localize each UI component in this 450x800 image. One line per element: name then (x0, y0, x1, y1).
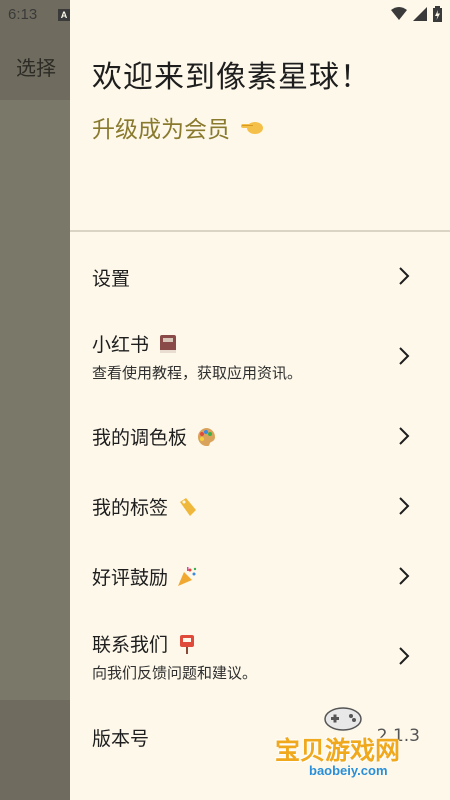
upgrade-label: 升级成为会员 (92, 117, 230, 143)
menu-item-label: 联系我们 (92, 630, 198, 657)
settings-label: 设置 (92, 268, 131, 290)
welcome-title: 欢迎来到像素星球！ (92, 60, 371, 95)
chevron-right-icon (399, 497, 410, 515)
menu-item-label: 我的标签 (92, 493, 198, 520)
xiaohongshu-subtitle: 查看使用教程，获取应用资讯。 (92, 364, 303, 382)
status-bar: 6:13 A (0, 0, 450, 30)
wifi-icon (391, 7, 407, 20)
upgrade-membership-link[interactable]: 升级成为会员 (92, 110, 266, 144)
party-popper-icon (178, 566, 197, 586)
header-divider (70, 230, 450, 232)
menu-item-label: 我的调色板 (92, 423, 217, 450)
chevron-right-icon (399, 267, 410, 285)
menu-item-xiaohongshu[interactable]: 小红书 查看使用教程，获取应用资讯。 (70, 322, 450, 390)
palette-label: 我的调色板 (92, 427, 188, 449)
watermark: 宝贝游戏网 baobeiy.com (275, 705, 435, 795)
book-icon (160, 334, 177, 353)
version-label: 版本号 (92, 728, 150, 750)
chevron-right-icon (399, 427, 410, 445)
tag-icon (180, 497, 197, 516)
rate-us-label: 好评鼓励 (92, 567, 169, 589)
menu-item-label: 好评鼓励 (92, 563, 198, 590)
system-icons (391, 6, 442, 22)
chevron-right-icon (399, 647, 410, 665)
menu-item-label: 小红书 (92, 330, 179, 357)
chevron-right-icon (399, 567, 410, 585)
select-button[interactable]: 选择 (16, 52, 56, 81)
menu-item-my-tags[interactable]: 我的标签 (70, 481, 450, 531)
palette-icon (197, 427, 216, 446)
xiaohongshu-label: 小红书 (92, 334, 150, 356)
menu-item-contact-us[interactable]: 联系我们 向我们反馈问题和建议。 (70, 622, 450, 690)
contact-us-subtitle: 向我们反馈问题和建议。 (92, 664, 258, 682)
pointing-hand-icon (241, 122, 263, 134)
watermark-url: baobeiy.com (309, 763, 388, 778)
tags-label: 我的标签 (92, 497, 169, 519)
menu-item-my-palette[interactable]: 我的调色板 (70, 411, 450, 461)
menu-item-settings[interactable]: 设置 (70, 250, 450, 300)
mailbox-icon (180, 634, 195, 654)
game-controller-icon (324, 707, 362, 731)
signal-icon (413, 7, 427, 21)
contact-us-label: 联系我们 (92, 634, 169, 656)
menu-item-label: 设置 (92, 264, 130, 291)
notification-a-icon: A (58, 9, 70, 21)
status-time: 6:13 (8, 6, 38, 23)
navigation-drawer: 欢迎来到像素星球！ 升级成为会员 设置 小红书 查看使用教程，获取应用资讯。 我… (70, 0, 450, 800)
watermark-title: 宝贝游戏网 (275, 736, 401, 765)
battery-icon (433, 6, 442, 22)
chevron-right-icon (399, 347, 410, 365)
menu-item-rate-us[interactable]: 好评鼓励 (70, 551, 450, 601)
